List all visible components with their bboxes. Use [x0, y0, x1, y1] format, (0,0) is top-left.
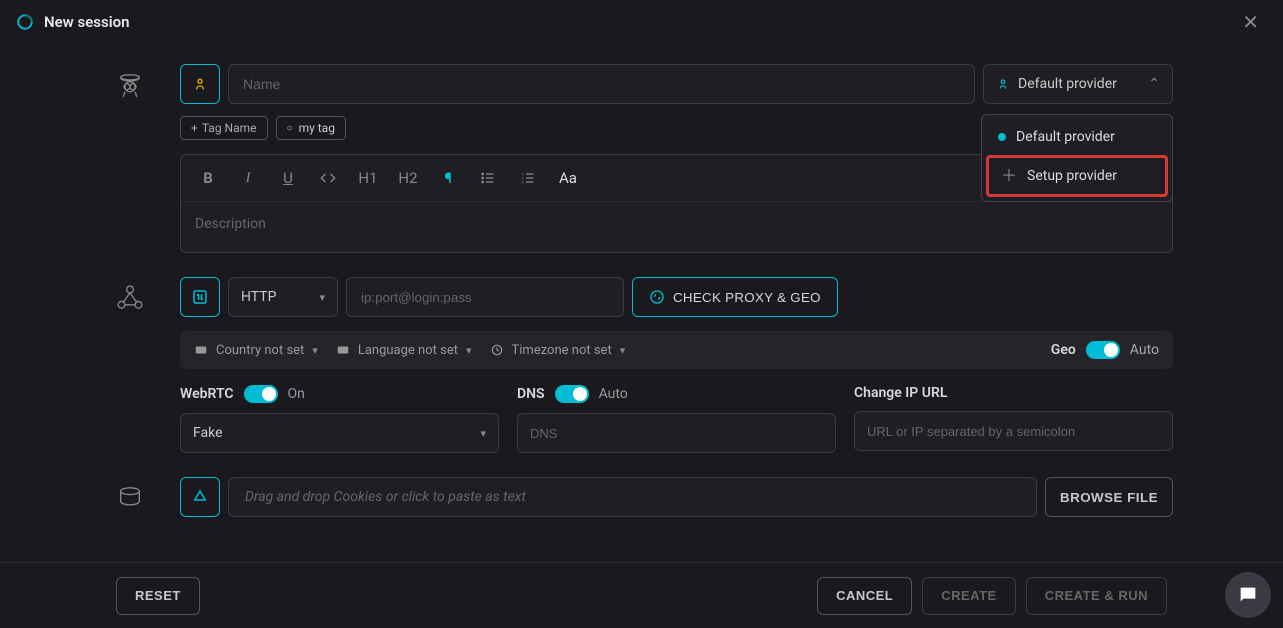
provider-option-default[interactable]: Default provider	[986, 119, 1168, 155]
editor-paragraph-button[interactable]: ¶	[431, 161, 465, 195]
editor-textsize-button[interactable]: Aa	[551, 161, 585, 195]
proxy-direction-button[interactable]	[180, 277, 220, 317]
dns-input[interactable]	[530, 425, 823, 441]
changeip-input-wrap	[854, 411, 1173, 451]
create-and-run-button[interactable]: CREATE & RUN	[1026, 577, 1167, 615]
cookies-section-icon	[110, 477, 150, 515]
header: New session ✕	[0, 0, 1283, 44]
chevron-up-icon: ⌃	[1148, 76, 1160, 92]
chevron-down-icon: ▾	[312, 344, 318, 357]
provider-option-setup[interactable]: ＋ Setup provider	[986, 155, 1168, 197]
chevron-down-icon: ▾	[620, 344, 626, 357]
svg-text:3: 3	[521, 179, 523, 184]
provider-dropdown-button[interactable]: Default provider ⌃	[983, 64, 1173, 104]
dns-label: DNS	[517, 386, 545, 402]
protocol-select[interactable]: HTTP ▾	[228, 277, 338, 317]
profile-section-icon	[110, 64, 150, 102]
page-title: New session	[44, 13, 129, 31]
chat-widget-button[interactable]	[1225, 572, 1271, 618]
webrtc-toggle[interactable]	[244, 385, 278, 403]
language-select[interactable]: Language not set ▾	[336, 343, 472, 358]
editor-code-button[interactable]	[311, 161, 345, 195]
reset-button[interactable]: RESET	[116, 577, 200, 615]
check-proxy-button[interactable]: CHECK PROXY & GEO	[632, 277, 838, 317]
add-tag-button[interactable]: + Tag Name	[180, 116, 268, 140]
session-name-input[interactable]	[228, 64, 975, 104]
dns-toggle[interactable]	[555, 385, 589, 403]
geo-auto-toggle[interactable]	[1086, 341, 1120, 359]
geo-label: Geo	[1051, 342, 1076, 358]
chevron-down-icon: ▾	[319, 291, 325, 304]
tag-chip[interactable]: my tag	[276, 116, 346, 140]
provider-label: Default provider	[1018, 76, 1117, 92]
dns-input-wrap	[517, 413, 836, 453]
editor-italic-button[interactable]: I	[231, 161, 265, 195]
app-logo-icon	[16, 13, 34, 31]
cookies-paste-button[interactable]	[180, 477, 220, 517]
plus-icon: +	[191, 121, 198, 135]
dns-state: Auto	[599, 386, 628, 402]
editor-underline-button[interactable]: U	[271, 161, 305, 195]
editor-bold-button[interactable]: B	[191, 161, 225, 195]
chevron-down-icon: ▾	[466, 344, 472, 357]
cancel-button[interactable]: CANCEL	[817, 577, 912, 615]
changeip-label: Change IP URL	[854, 385, 947, 401]
editor-h1-button[interactable]: H1	[351, 161, 385, 195]
webrtc-label: WebRTC	[180, 386, 234, 402]
cookies-dropzone[interactable]: Drag and drop Cookies or click to paste …	[228, 477, 1037, 517]
timezone-select[interactable]: Timezone not set ▾	[490, 343, 626, 358]
changeip-input[interactable]	[867, 423, 1160, 439]
editor-numbered-list-button[interactable]: 123	[511, 161, 545, 195]
profile-avatar-button[interactable]	[180, 64, 220, 104]
webrtc-state: On	[288, 386, 305, 402]
editor-bullet-list-button[interactable]	[471, 161, 505, 195]
webrtc-mode-select[interactable]: Fake ▾	[180, 413, 499, 453]
description-textarea[interactable]: Description	[181, 202, 1172, 252]
geo-auto-label: Auto	[1130, 342, 1159, 358]
country-select[interactable]: Country not set ▾	[194, 343, 318, 358]
editor-h2-button[interactable]: H2	[391, 161, 425, 195]
create-button[interactable]: CREATE	[922, 577, 1015, 615]
plus-icon: ＋	[1001, 168, 1017, 184]
footer: RESET CANCEL CREATE CREATE & RUN	[0, 562, 1283, 628]
browse-file-button[interactable]: BROWSE FILE	[1045, 477, 1173, 517]
chevron-down-icon: ▾	[480, 427, 486, 440]
provider-dropdown-menu: Default provider ＋ Setup provider	[981, 114, 1173, 202]
proxy-address-input[interactable]	[346, 277, 624, 317]
active-indicator-icon	[998, 133, 1006, 141]
proxy-section-icon	[110, 277, 150, 315]
close-button[interactable]: ✕	[1234, 6, 1267, 38]
